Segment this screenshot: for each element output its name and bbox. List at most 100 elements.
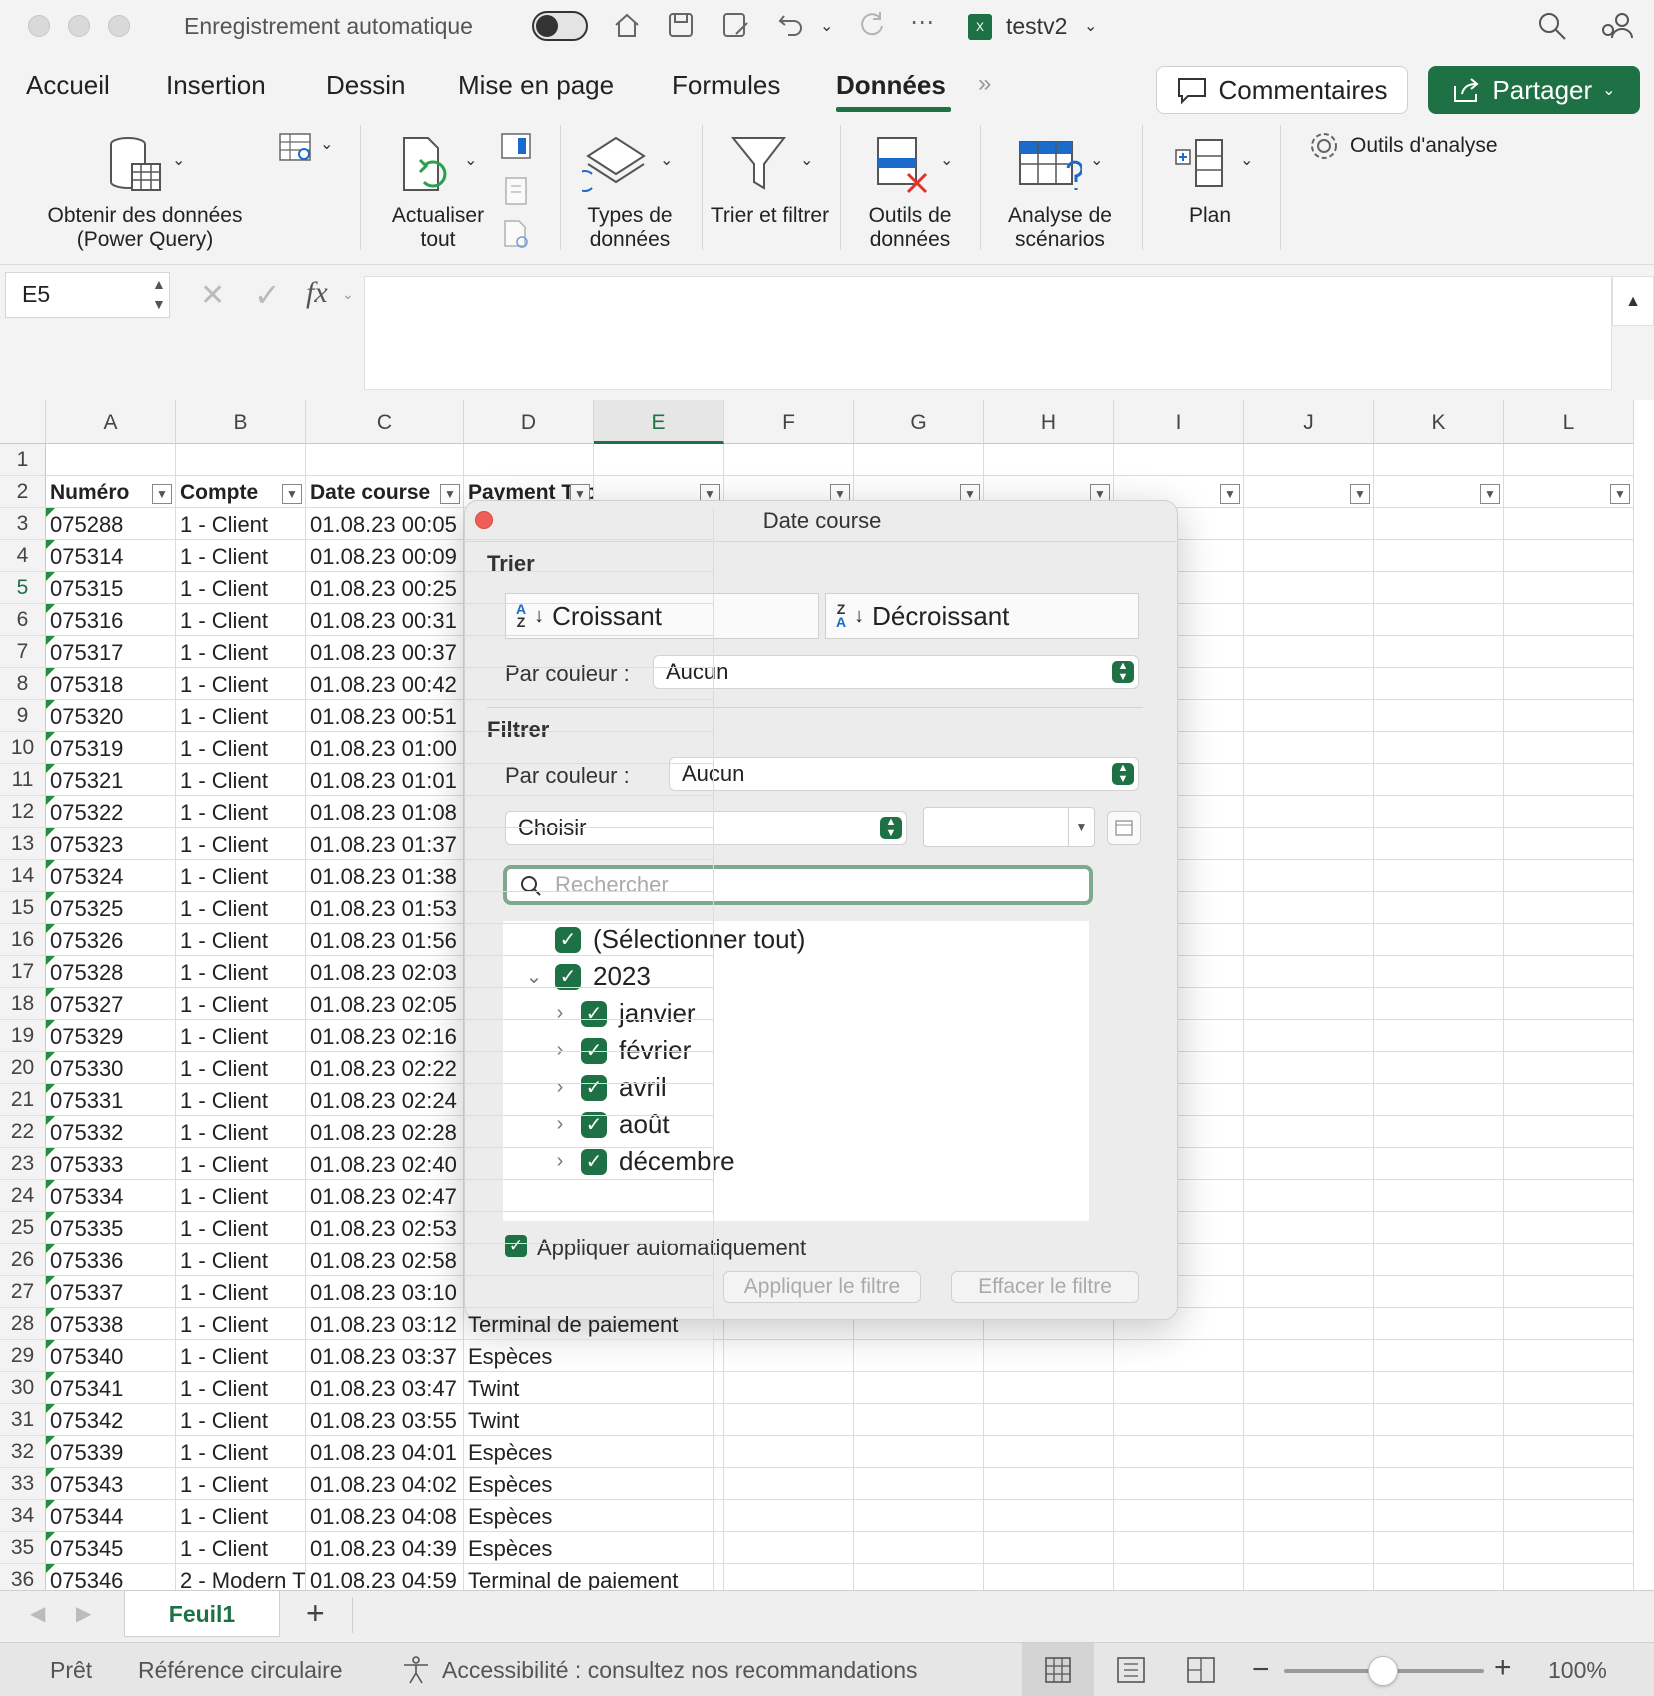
cell-compte[interactable]: 1 - Client <box>176 1148 306 1180</box>
cell-date-course[interactable]: 01.08.23 03:12 <box>306 1308 464 1340</box>
cell[interactable] <box>1114 444 1244 476</box>
cell[interactable] <box>1504 668 1634 700</box>
cell-date-course[interactable]: 01.08.23 02:05 <box>306 988 464 1020</box>
cell-date-course[interactable]: 01.08.23 00:09 <box>306 540 464 572</box>
cell-compte[interactable]: 1 - Client <box>176 1468 306 1500</box>
cell[interactable] <box>1244 1340 1374 1372</box>
cell[interactable] <box>984 1340 1114 1372</box>
row-header[interactable]: 17 <box>0 956 46 988</box>
add-sheet-button[interactable]: + <box>306 1595 325 1632</box>
cell-numero[interactable]: 075328 <box>46 956 176 988</box>
zoom-in-icon[interactable]: + <box>1494 1651 1512 1685</box>
cell[interactable] <box>1374 1116 1504 1148</box>
cell[interactable] <box>1504 924 1634 956</box>
cell-compte[interactable]: 1 - Client <box>176 1212 306 1244</box>
cell[interactable] <box>1504 1564 1634 1590</box>
cell[interactable] <box>1504 636 1634 668</box>
cell[interactable] <box>1374 732 1504 764</box>
cell[interactable] <box>1374 508 1504 540</box>
cell-payment-type[interactable]: Espèces <box>464 1340 714 1372</box>
cell-compte[interactable]: 1 - Client <box>176 1116 306 1148</box>
cell-compte[interactable]: 1 - Client <box>176 1404 306 1436</box>
zoom-window-button[interactable] <box>108 15 130 37</box>
column-header[interactable]: G <box>854 400 984 444</box>
cell[interactable] <box>1374 860 1504 892</box>
cell[interactable] <box>1504 1500 1634 1532</box>
outline-label[interactable]: Plan <box>1170 204 1250 228</box>
prev-sheet-icon[interactable]: ◀ <box>30 1601 45 1626</box>
cell[interactable] <box>1114 1468 1244 1500</box>
cell-date-course[interactable]: 01.08.23 02:03 <box>306 956 464 988</box>
cell[interactable] <box>1374 924 1504 956</box>
cell[interactable] <box>1114 1404 1244 1436</box>
cell[interactable] <box>176 444 306 476</box>
calendar-button[interactable] <box>1107 811 1141 845</box>
cell-compte[interactable]: 1 - Client <box>176 924 306 956</box>
cell[interactable] <box>1114 1532 1244 1564</box>
cell[interactable] <box>1504 572 1634 604</box>
cell[interactable] <box>854 1372 984 1404</box>
cell[interactable] <box>724 444 854 476</box>
header-cell[interactable]: ▼ <box>1504 476 1634 508</box>
cell[interactable] <box>464 444 594 476</box>
row-header[interactable]: 10 <box>0 732 46 764</box>
cell[interactable] <box>984 1468 1114 1500</box>
row-header[interactable]: 15 <box>0 892 46 924</box>
filter-dropdown-button[interactable]: ▼ <box>152 484 172 504</box>
page-layout-view-icon[interactable] <box>1116 1656 1146 1690</box>
cancel-formula-icon[interactable]: ✕ <box>200 278 225 313</box>
comments-button[interactable]: Commentaires <box>1156 66 1408 114</box>
cell-compte[interactable]: 1 - Client <box>176 572 306 604</box>
cell-numero[interactable]: 075332 <box>46 1116 176 1148</box>
cell-date-course[interactable]: 01.08.23 01:38 <box>306 860 464 892</box>
cell-date-course[interactable]: 01.08.23 01:53 <box>306 892 464 924</box>
cell[interactable] <box>1244 1020 1374 1052</box>
cell-date-course[interactable]: 01.08.23 02:28 <box>306 1116 464 1148</box>
column-header[interactable]: I <box>1114 400 1244 444</box>
cell-compte[interactable]: 1 - Client <box>176 1372 306 1404</box>
status-accessibility[interactable]: Accessibilité : consultez nos recommanda… <box>442 1657 918 1684</box>
cell[interactable] <box>1504 1212 1634 1244</box>
cell[interactable] <box>1374 668 1504 700</box>
row-header[interactable]: 3 <box>0 508 46 540</box>
cell-numero[interactable]: 075346 <box>46 1564 176 1590</box>
cell[interactable] <box>1504 1436 1634 1468</box>
cell[interactable] <box>1114 1500 1244 1532</box>
cell-compte[interactable]: 1 - Client <box>176 732 306 764</box>
data-tools-label[interactable]: Outils de données <box>848 204 972 252</box>
cell-payment-type[interactable] <box>464 924 714 956</box>
row-header[interactable]: 7 <box>0 636 46 668</box>
undo-dropdown-icon[interactable]: ⌄ <box>820 16 833 36</box>
cell[interactable] <box>594 444 724 476</box>
row-header[interactable]: 5 <box>0 572 46 604</box>
header-cell[interactable]: Date course ▼ <box>306 476 464 508</box>
cell[interactable] <box>1244 1532 1374 1564</box>
cell-numero[interactable]: 075333 <box>46 1148 176 1180</box>
cell[interactable] <box>1374 828 1504 860</box>
cell[interactable] <box>1244 892 1374 924</box>
cell[interactable] <box>1504 604 1634 636</box>
cell-numero[interactable]: 075324 <box>46 860 176 892</box>
cell-compte[interactable]: 1 - Client <box>176 764 306 796</box>
what-if-label[interactable]: Analyse de scénarios <box>990 204 1130 252</box>
filter-funnel-icon[interactable] <box>730 134 788 199</box>
row-header[interactable]: 29 <box>0 1340 46 1372</box>
column-header[interactable]: E <box>594 400 724 444</box>
cell-numero[interactable]: 075315 <box>46 572 176 604</box>
cell[interactable] <box>1504 988 1634 1020</box>
cell[interactable] <box>724 1564 854 1590</box>
cell[interactable] <box>984 1532 1114 1564</box>
cell-date-course[interactable]: 01.08.23 01:00 <box>306 732 464 764</box>
cell[interactable] <box>1504 796 1634 828</box>
cell[interactable] <box>1504 1084 1634 1116</box>
cell-date-course[interactable]: 01.08.23 03:37 <box>306 1340 464 1372</box>
row-header[interactable]: 1 <box>0 444 46 476</box>
filter-dropdown-button[interactable]: ▼ <box>1220 484 1240 504</box>
cell[interactable] <box>1244 572 1374 604</box>
cell-compte[interactable]: 1 - Client <box>176 988 306 1020</box>
cell[interactable] <box>1244 444 1374 476</box>
cell-numero[interactable]: 075341 <box>46 1372 176 1404</box>
cell[interactable] <box>1244 1180 1374 1212</box>
tab-accueil[interactable]: Accueil <box>26 70 110 101</box>
cell[interactable] <box>1504 1340 1634 1372</box>
